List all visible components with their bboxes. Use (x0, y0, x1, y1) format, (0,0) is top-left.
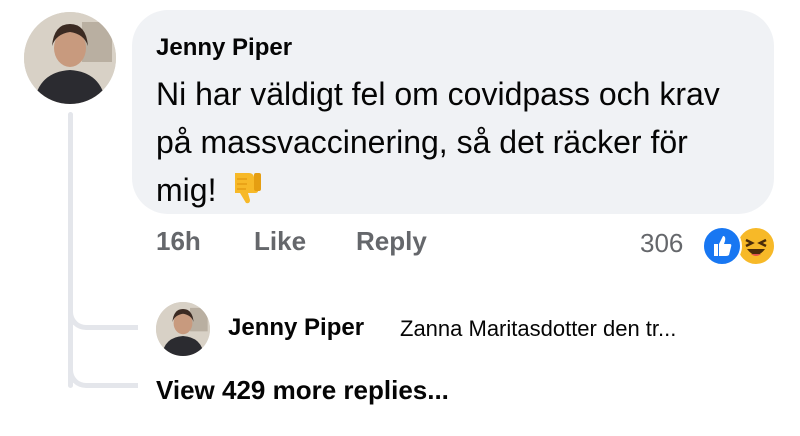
avatar[interactable] (24, 12, 116, 104)
like-button[interactable]: Like (254, 226, 306, 257)
reply-author[interactable]: Jenny Piper (228, 314, 364, 342)
thread-branch-view-more (68, 370, 138, 388)
reaction-count: 306 (640, 228, 684, 258)
avatar-photo (24, 12, 116, 104)
reply-button[interactable]: Reply (356, 226, 427, 257)
view-more-replies-link[interactable]: View 429 more replies... (156, 375, 449, 406)
haha-reaction-icon (736, 226, 776, 266)
thumbs-down-icon (235, 173, 262, 204)
like-reaction-icon (702, 226, 742, 266)
comment-author[interactable]: Jenny Piper (156, 34, 292, 62)
comment-text-block: Ni har väldigt fel om covidpass och krav… (156, 70, 756, 214)
thread-line (68, 112, 73, 388)
comment-timestamp[interactable]: 16h (156, 226, 201, 257)
reply-snippet[interactable]: Zanna Maritasdotter den tr... (400, 316, 676, 342)
reply-avatar[interactable] (156, 302, 210, 356)
thread-branch-reply (68, 312, 138, 330)
comment-bubble: Jenny Piper Ni har väldigt fel om covidp… (132, 10, 774, 214)
reply-avatar-photo (156, 302, 210, 356)
